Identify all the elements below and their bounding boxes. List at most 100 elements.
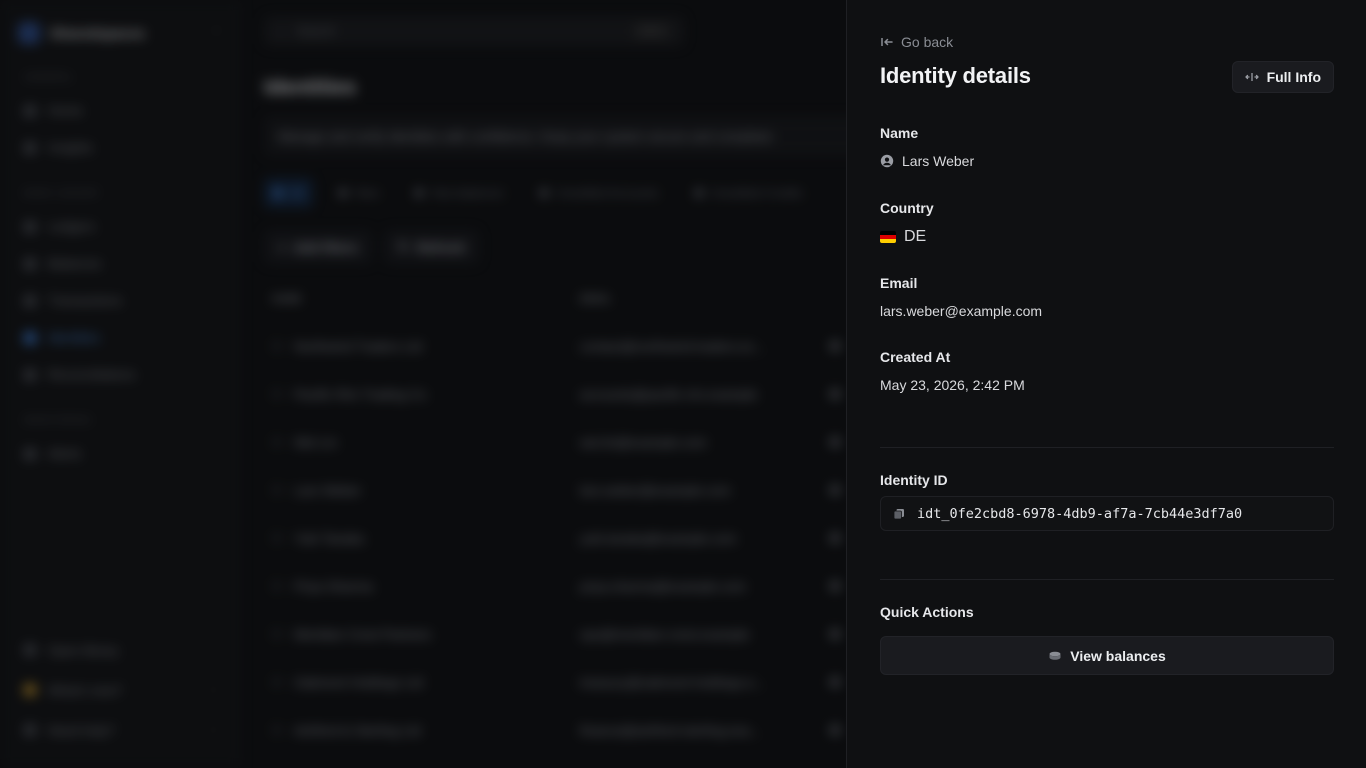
row-action-icon[interactable]: [830, 437, 840, 447]
sidebar-item-label: Reconciliations: [48, 367, 136, 382]
quick-actions-label: Quick Actions: [880, 604, 974, 620]
chevron-right-icon: ›: [211, 724, 215, 736]
name-label: Name: [880, 125, 919, 141]
row-action-icon[interactable]: [830, 485, 840, 495]
workspace-name: Sharedspaces: [50, 25, 145, 41]
sidebar-item-label: What's new?: [48, 682, 123, 698]
user-icon: [272, 437, 282, 447]
section-divider: [880, 447, 1334, 448]
name-value: Lars Weber: [902, 153, 975, 169]
full-info-label: Full Info: [1266, 69, 1321, 85]
identity-id-copy-field[interactable]: idt_0fe2cbd8-6978-4db9-af7a-7cb44e3df7a0: [880, 496, 1334, 531]
refresh-button[interactable]: ↻ Refresh: [383, 230, 480, 264]
row-email: priya.sharma@example.com: [580, 578, 746, 594]
filter-icon: [339, 189, 348, 197]
filter-icon: [415, 189, 424, 197]
user-icon: [272, 533, 282, 543]
tab-all[interactable]: All: [264, 178, 314, 208]
name-value-row: Lars Weber: [880, 153, 974, 169]
go-back-button[interactable]: Go back: [880, 34, 953, 50]
expand-arrows-icon: [1244, 73, 1259, 81]
sidebar-item-label: Ledgers: [48, 219, 95, 234]
user-circle-icon: [880, 154, 894, 168]
library-icon: [24, 644, 36, 656]
row-action-icon[interactable]: [830, 533, 840, 543]
tab-label: Has balances: [431, 186, 505, 200]
tab-label: All: [290, 186, 304, 200]
identity-details-panel: Go back Identity details Full Info Name …: [846, 0, 1366, 768]
coins-icon: [1049, 651, 1061, 660]
section-divider: [880, 579, 1334, 580]
created-at-value: May 23, 2026, 2:42 PM: [880, 377, 1025, 393]
search-placeholder: Search: [296, 24, 335, 38]
sidebar-item-ledgers[interactable]: Ledgers: [18, 208, 221, 245]
sidebar-item-label: Transactions: [48, 293, 122, 308]
country-label: Country: [880, 200, 934, 216]
sidebar-item-whats-new[interactable]: What's new? ›: [18, 670, 221, 710]
chart-icon: [24, 141, 36, 154]
row-action-icon[interactable]: [830, 581, 840, 591]
org-icon: [272, 341, 282, 351]
row-name: Priya Sharma: [294, 578, 373, 594]
workspace-switcher[interactable]: Sharedspaces ⌃: [18, 16, 221, 50]
identity-id-value: idt_0fe2cbd8-6978-4db9-af7a-7cb44e3df7a0: [917, 505, 1243, 522]
tab-has-balances[interactable]: Has balances: [405, 178, 514, 208]
button-label: Refresh: [416, 239, 466, 255]
tab-unsettled-credits[interactable]: Unsettled Credits: [685, 178, 813, 208]
row-email: accounts@pacific-rim.example: [580, 386, 758, 402]
sidebar-item-identities[interactable]: Identities: [18, 319, 221, 356]
sidebar-item-home[interactable]: Home: [18, 92, 221, 129]
sidebar-item-alerts[interactable]: Alerts: [18, 435, 221, 472]
user-icon: [272, 485, 282, 495]
chevron-updown-icon: ⌃: [211, 27, 221, 40]
sidebar-item-label: Balances: [48, 256, 102, 271]
row-name: Pacific Rim Trading Co: [294, 386, 427, 402]
go-back-label: Go back: [901, 34, 954, 50]
search-input[interactable]: ⌕ Search Ctrl K: [264, 16, 684, 46]
sidebar: Sharedspaces ⌃ General Home Insights Ban…: [0, 0, 240, 768]
filter-icon: [694, 189, 703, 197]
sparkle-icon: [24, 684, 36, 696]
add-filters-button[interactable]: + Add filters: [264, 230, 372, 264]
org-icon: [272, 389, 282, 399]
sidebar-item-balances[interactable]: Balances: [18, 245, 221, 282]
view-balances-button[interactable]: View balances: [880, 636, 1334, 675]
button-label: Add filters: [293, 239, 358, 255]
sidebar-item-label: Need help?: [48, 722, 115, 738]
check-icon: [24, 368, 36, 381]
row-action-icon[interactable]: [830, 389, 840, 399]
tab-label: New: [355, 186, 380, 200]
row-email: ops@meridian-crest.example: [580, 626, 750, 642]
arrow-left-bar-icon: [881, 38, 893, 46]
row-action-icon[interactable]: [830, 725, 840, 735]
row-email: yuki.tanaka@example.com: [580, 530, 737, 546]
full-info-button[interactable]: Full Info: [1231, 61, 1334, 93]
tab-label: Unsettled Credits: [710, 186, 803, 200]
filter-icon: [274, 189, 282, 197]
sidebar-item-insights[interactable]: Insights: [18, 129, 221, 166]
row-name: Wei Lin: [294, 434, 338, 450]
column-header-name: NAME: [272, 294, 302, 305]
column-header-email: EMAIL: [580, 294, 612, 305]
sidebar-item-reconciliations[interactable]: Reconciliations: [18, 356, 221, 393]
sidebar-bottom: Open library What's new? › Need help? ›: [18, 630, 221, 750]
sidebar-item-transactions[interactable]: Transactions: [18, 282, 221, 319]
row-email: lars.weber@example.com: [580, 482, 731, 498]
home-icon: [24, 104, 36, 117]
row-name: Meridian Crest Partners: [294, 626, 432, 642]
filter-icon: [540, 189, 549, 197]
identity-id-label: Identity ID: [880, 472, 948, 488]
row-name: Yuki Tanaka: [294, 530, 364, 546]
row-email: treasury@oakmont-holdings.e...: [580, 674, 765, 690]
sidebar-item-label: Insights: [48, 140, 93, 155]
row-action-icon[interactable]: [830, 341, 840, 351]
tab-unsettled-accounts[interactable]: Unsettled Accounts: [530, 178, 669, 208]
org-icon: [272, 677, 282, 687]
row-action-icon[interactable]: [830, 629, 840, 639]
row-action-icon[interactable]: [830, 677, 840, 687]
tab-new[interactable]: New: [329, 178, 389, 208]
sidebar-item-open-library[interactable]: Open library: [18, 630, 221, 670]
copy-icon: [893, 508, 904, 519]
plus-icon: +: [278, 239, 286, 255]
sidebar-item-need-help[interactable]: Need help? ›: [18, 710, 221, 750]
